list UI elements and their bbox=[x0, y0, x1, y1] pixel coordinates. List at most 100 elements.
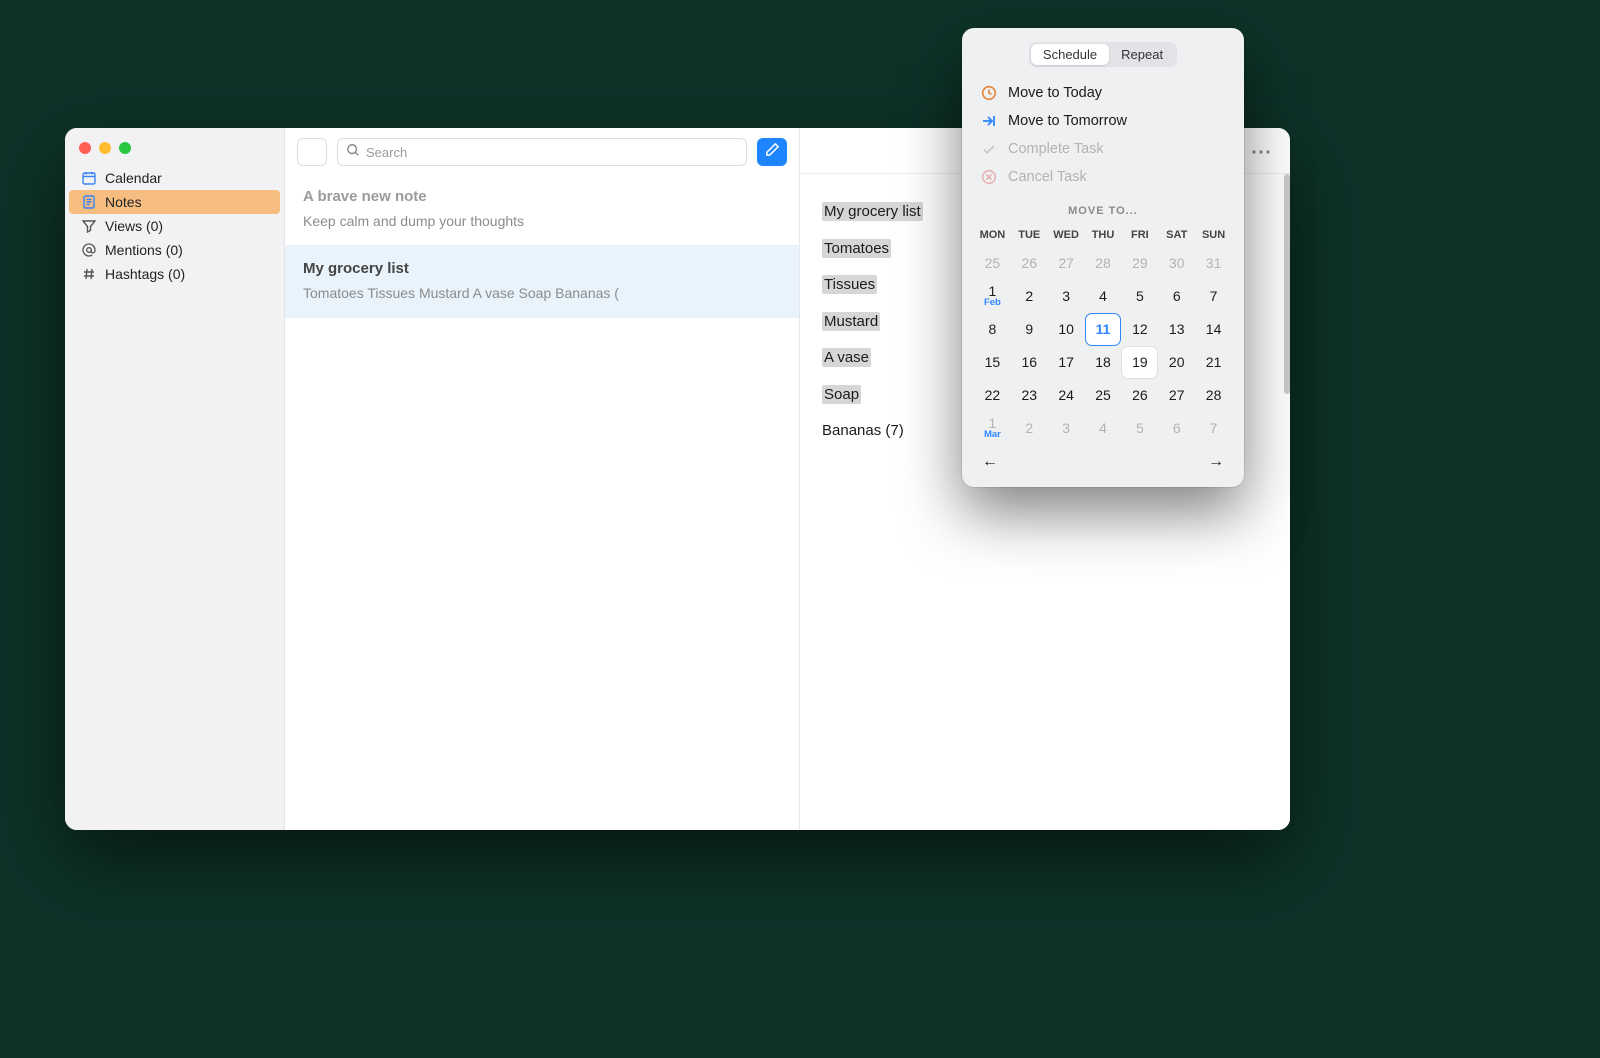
calendar-day[interactable]: 27 bbox=[1158, 379, 1195, 412]
note-preview: Keep calm and dump your thoughts bbox=[303, 213, 781, 229]
calendar-day[interactable]: 12 bbox=[1121, 313, 1158, 346]
tab-schedule[interactable]: Schedule bbox=[1031, 44, 1109, 65]
calendar-icon bbox=[81, 170, 97, 186]
search-box[interactable] bbox=[337, 138, 747, 166]
calendar-day[interactable]: 2 bbox=[1011, 412, 1048, 445]
cancel-icon bbox=[980, 168, 998, 186]
calendar-day[interactable]: 5 bbox=[1121, 412, 1158, 445]
sidebar-item-mentions[interactable]: Mentions (0) bbox=[69, 238, 280, 262]
calendar-day[interactable]: 7 bbox=[1195, 412, 1232, 445]
close-window-button[interactable] bbox=[79, 142, 91, 154]
calendar-day[interactable]: 11 bbox=[1085, 313, 1122, 346]
sidebar-item-views[interactable]: Views (0) bbox=[69, 214, 280, 238]
notes-list-column: A brave new note Keep calm and dump your … bbox=[285, 128, 800, 830]
list-toolbar bbox=[285, 128, 799, 174]
sidebar-item-hashtags[interactable]: Hashtags (0) bbox=[69, 262, 280, 286]
calendar-week: 15161718192021 bbox=[974, 346, 1232, 379]
calendar-nav: ← → bbox=[974, 445, 1232, 473]
filter-button[interactable] bbox=[297, 138, 327, 166]
calendar-day[interactable]: 13 bbox=[1158, 313, 1195, 346]
at-icon bbox=[81, 242, 97, 258]
calendar-day[interactable]: 28 bbox=[1195, 379, 1232, 412]
calendar-day[interactable]: 10 bbox=[1048, 313, 1085, 346]
move-to-tomorrow[interactable]: Move to Tomorrow bbox=[974, 107, 1232, 135]
sidebar-item-calendar[interactable]: Calendar bbox=[69, 166, 280, 190]
note-row[interactable]: A brave new note Keep calm and dump your … bbox=[285, 174, 799, 246]
calendar-day[interactable]: 5 bbox=[1121, 280, 1158, 313]
note-preview: Tomatoes Tissues Mustard A vase Soap Ban… bbox=[303, 285, 781, 301]
weekday-label: WED bbox=[1048, 225, 1085, 247]
calendar-day[interactable]: 26 bbox=[1121, 379, 1158, 412]
calendar-week: 1Feb234567 bbox=[974, 280, 1232, 313]
calendar-day[interactable]: 14 bbox=[1195, 313, 1232, 346]
sidebar-item-label: Hashtags (0) bbox=[105, 266, 185, 282]
hash-icon bbox=[81, 266, 97, 282]
more-button[interactable] bbox=[1246, 138, 1276, 164]
calendar-day[interactable]: 25 bbox=[974, 247, 1011, 280]
calendar-day[interactable]: 4 bbox=[1085, 412, 1122, 445]
note-title: A brave new note bbox=[303, 188, 781, 205]
calendar-week: 891011121314 bbox=[974, 313, 1232, 346]
calendar-day[interactable]: 26 bbox=[1011, 247, 1048, 280]
calendar-day[interactable]: 25 bbox=[1085, 379, 1122, 412]
calendar-day[interactable]: 21 bbox=[1195, 346, 1232, 379]
calendar-week: 25262728293031 bbox=[974, 247, 1232, 280]
calendar-weekday-row: MONTUEWEDTHUFRISATSUN bbox=[974, 225, 1232, 247]
move-to-today[interactable]: Move to Today bbox=[974, 79, 1232, 107]
ellipsis-icon bbox=[1252, 142, 1270, 160]
weekday-label: SUN bbox=[1195, 225, 1232, 247]
note-icon bbox=[81, 194, 97, 210]
calendar-day[interactable]: 3 bbox=[1048, 412, 1085, 445]
calendar-day[interactable]: 6 bbox=[1158, 412, 1195, 445]
calendar-day[interactable]: 1Mar bbox=[974, 412, 1011, 445]
search-input[interactable] bbox=[366, 145, 738, 160]
calendar-body: 252627282930311Feb2345678910111213141516… bbox=[974, 247, 1232, 445]
calendar-day[interactable]: 18 bbox=[1085, 346, 1122, 379]
calendar-day[interactable]: 28 bbox=[1085, 247, 1122, 280]
calendar-day[interactable]: 20 bbox=[1158, 346, 1195, 379]
sidebar-item-notes[interactable]: Notes bbox=[69, 190, 280, 214]
notes-list: A brave new note Keep calm and dump your … bbox=[285, 174, 799, 318]
window-controls bbox=[65, 138, 284, 166]
calendar-day[interactable]: 22 bbox=[974, 379, 1011, 412]
menu-label: Move to Tomorrow bbox=[1008, 113, 1127, 129]
menu-label: Complete Task bbox=[1008, 141, 1104, 157]
calendar-day[interactable]: 17 bbox=[1048, 346, 1085, 379]
calendar-day[interactable]: 6 bbox=[1158, 280, 1195, 313]
note-row[interactable]: My grocery list Tomatoes Tissues Mustard … bbox=[285, 246, 799, 318]
calendar-day[interactable]: 1Feb bbox=[974, 280, 1011, 313]
note-title: My grocery list bbox=[303, 260, 781, 277]
calendar-day[interactable]: 23 bbox=[1011, 379, 1048, 412]
calendar-day[interactable]: 2 bbox=[1011, 280, 1048, 313]
clock-icon bbox=[980, 84, 998, 102]
calendar-day[interactable]: 30 bbox=[1158, 247, 1195, 280]
pencil-icon bbox=[765, 142, 780, 162]
calendar-day[interactable]: 16 bbox=[1011, 346, 1048, 379]
calendar-day[interactable]: 9 bbox=[1011, 313, 1048, 346]
calendar-day[interactable]: 3 bbox=[1048, 280, 1085, 313]
calendar-week: 22232425262728 bbox=[974, 379, 1232, 412]
weekday-label: FRI bbox=[1121, 225, 1158, 247]
fullscreen-window-button[interactable] bbox=[119, 142, 131, 154]
calendar-day[interactable]: 27 bbox=[1048, 247, 1085, 280]
calendar-title: MOVE TO... bbox=[974, 205, 1232, 217]
tab-repeat[interactable]: Repeat bbox=[1109, 44, 1175, 65]
calendar-day[interactable]: 8 bbox=[974, 313, 1011, 346]
calendar-day[interactable]: 15 bbox=[974, 346, 1011, 379]
sidebar-nav: CalendarNotesViews (0) Mentions (0) Hashta… bbox=[65, 166, 284, 286]
sidebar: CalendarNotesViews (0) Mentions (0) Hashta… bbox=[65, 128, 285, 830]
calendar-day[interactable]: 4 bbox=[1085, 280, 1122, 313]
check-icon bbox=[980, 140, 998, 158]
mini-calendar: MONTUEWEDTHUFRISATSUN 252627282930311Feb… bbox=[974, 225, 1232, 473]
calendar-day[interactable]: 19 bbox=[1121, 346, 1158, 379]
calendar-day[interactable]: 31 bbox=[1195, 247, 1232, 280]
calendar-day[interactable]: 7 bbox=[1195, 280, 1232, 313]
calendar-day[interactable]: 24 bbox=[1048, 379, 1085, 412]
calendar-prev[interactable]: ← bbox=[978, 451, 1002, 473]
calendar-next[interactable]: → bbox=[1204, 451, 1228, 473]
arrow-right-bar-icon bbox=[980, 112, 998, 130]
minimize-window-button[interactable] bbox=[99, 142, 111, 154]
new-note-button[interactable] bbox=[757, 138, 787, 166]
sidebar-item-label: Mentions (0) bbox=[105, 242, 183, 258]
calendar-day[interactable]: 29 bbox=[1121, 247, 1158, 280]
